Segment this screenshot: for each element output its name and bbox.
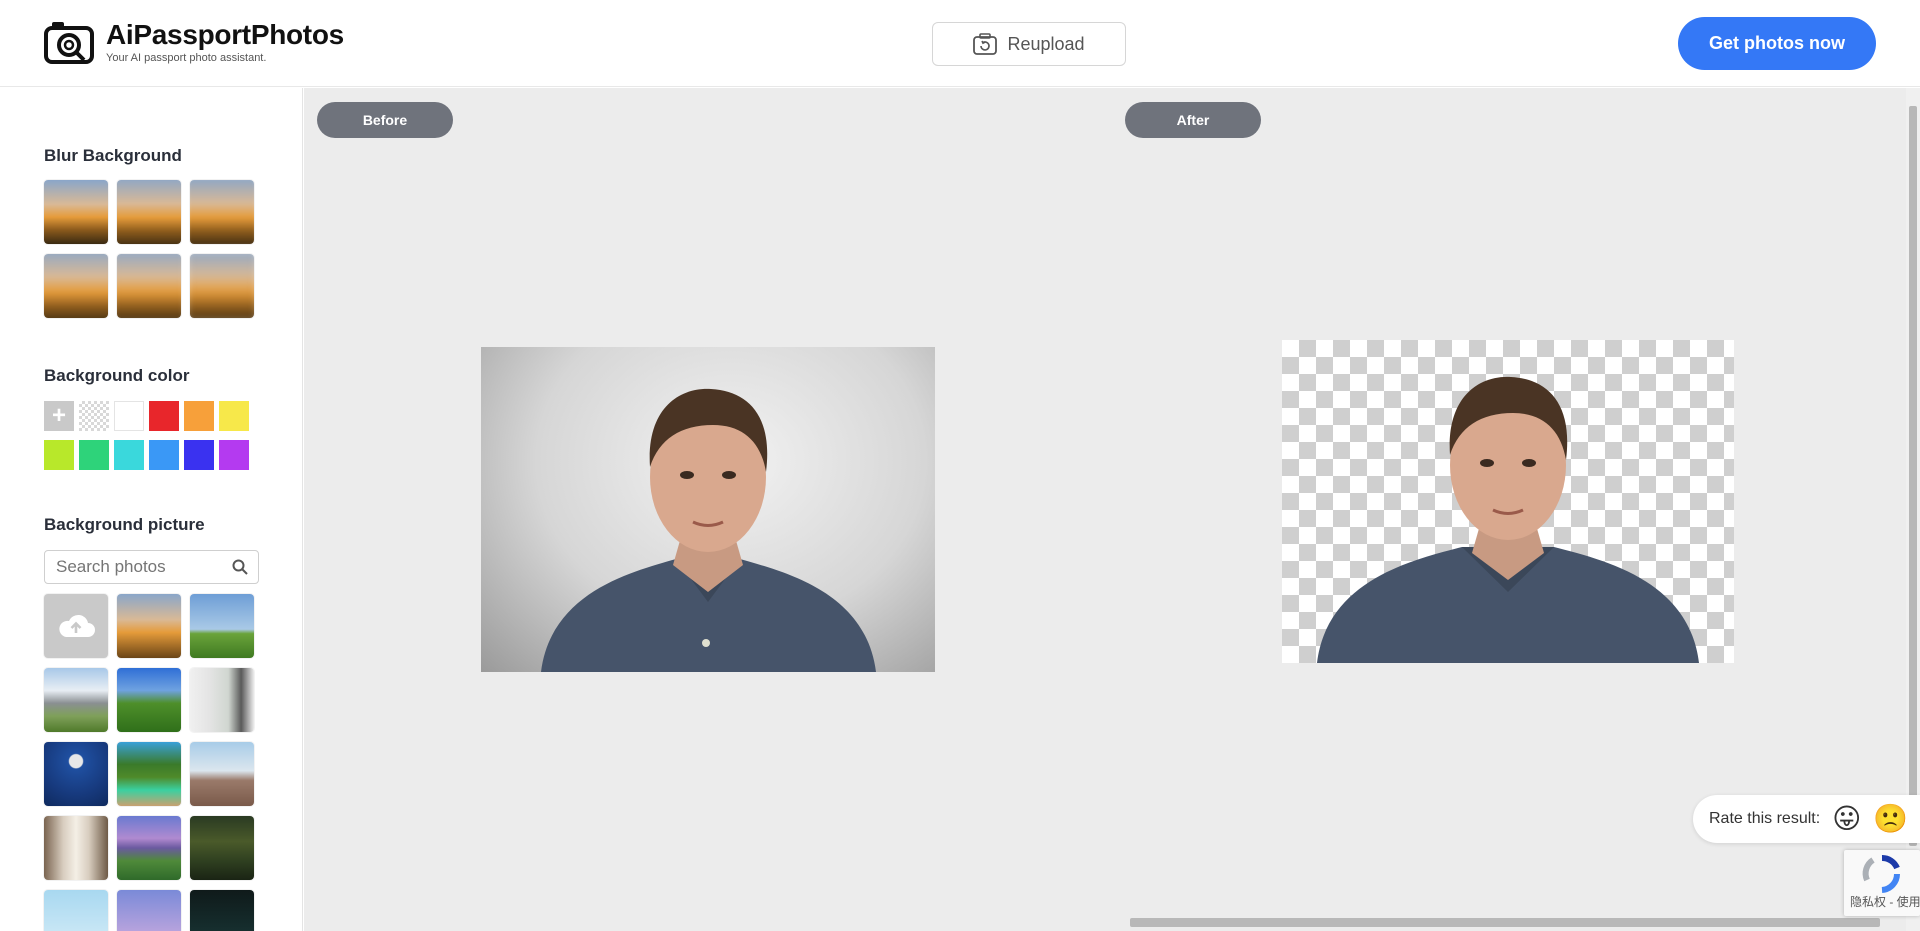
bg-picture-mountain[interactable] [44, 668, 108, 732]
recaptcha-terms-text[interactable]: 隐私权 - 使用条款 [1850, 893, 1920, 910]
bg-picture-sunset-field[interactable] [117, 594, 181, 658]
horizontal-scrollbar[interactable] [1114, 915, 1906, 929]
color-swatch-blue[interactable] [149, 440, 179, 470]
blur-option-2[interactable] [190, 180, 254, 244]
preview-workspace: Before After [304, 88, 1920, 931]
recaptcha-icon [1862, 854, 1901, 893]
sad-face-icon[interactable]: 🙁 [1873, 805, 1908, 833]
upload-background-button[interactable] [44, 594, 108, 658]
blur-option-0[interactable] [44, 180, 108, 244]
brand-subtitle: Your AI passport photo assistant. [106, 52, 267, 64]
before-photo [481, 347, 935, 672]
color-swatch-red[interactable] [149, 401, 179, 431]
camera-refresh-icon [973, 33, 998, 55]
blur-option-1[interactable] [117, 180, 181, 244]
color-swatch-white[interactable] [114, 401, 144, 431]
color-swatch-yellow[interactable] [219, 401, 249, 431]
color-swatch-purple[interactable] [219, 440, 249, 470]
color-section-title: Background color [44, 366, 190, 385]
reupload-button[interactable]: Reupload [932, 22, 1126, 66]
picture-section-title: Background picture [44, 515, 205, 534]
bg-picture-lone-tree[interactable] [190, 594, 254, 658]
after-photo [1282, 340, 1734, 663]
get-photos-button[interactable]: Get photos now [1678, 17, 1876, 70]
bg-picture-field[interactable] [190, 742, 254, 806]
custom-color-plus-button[interactable]: + [44, 401, 74, 431]
blur-option-5[interactable] [190, 254, 254, 318]
bg-picture-dusk-hills[interactable] [117, 816, 181, 880]
blur-option-3[interactable] [44, 254, 108, 318]
search-photos-field[interactable] [44, 550, 259, 584]
bg-picture-purple-sky[interactable] [117, 890, 181, 931]
bg-picture-interior[interactable] [190, 668, 254, 732]
bg-picture-window[interactable] [44, 816, 108, 880]
top-header: AiPassportPhotos Your AI passport photo … [0, 0, 1920, 87]
portrait-before-image [541, 388, 876, 672]
search-photos-input[interactable] [56, 557, 226, 577]
portrait-after-image [1317, 376, 1699, 663]
happy-face-icon[interactable]: 😛 [1832, 805, 1861, 833]
cloud-upload-icon [59, 614, 95, 637]
color-swatch-lime[interactable] [44, 440, 74, 470]
brand-title: AiPassportPhotos [106, 19, 344, 50]
after-label: After [1125, 102, 1261, 138]
blur-option-4[interactable] [117, 254, 181, 318]
blur-section-title: Blur Background [44, 146, 182, 165]
bg-picture-green-hills[interactable] [117, 668, 181, 732]
before-label: Before [317, 102, 453, 138]
bg-picture-dark[interactable] [190, 890, 254, 931]
bg-picture-car-tree[interactable] [117, 742, 181, 806]
options-sidebar: Blur Background Background color + Backg… [0, 88, 303, 931]
bg-picture-forest-chair[interactable] [190, 816, 254, 880]
brand-logo[interactable]: AiPassportPhotos Your AI passport photo … [44, 20, 344, 64]
bg-picture-moon[interactable] [44, 742, 108, 806]
bg-picture-sky[interactable] [44, 890, 108, 931]
rate-label: Rate this result: [1709, 810, 1821, 827]
reupload-label: Reupload [1007, 33, 1085, 54]
camera-logo-icon [44, 22, 94, 64]
search-icon[interactable] [232, 559, 248, 575]
color-swatch-cyan[interactable] [114, 440, 144, 470]
color-swatch-orange[interactable] [184, 401, 214, 431]
rate-result-widget: Rate this result: 😛 🙁 [1693, 795, 1920, 843]
color-swatch-green[interactable] [79, 440, 109, 470]
recaptcha-badge[interactable]: 隐私权 - 使用条款 [1844, 850, 1920, 916]
color-swatch-transparent[interactable] [79, 401, 109, 431]
color-swatch-indigo[interactable] [184, 440, 214, 470]
